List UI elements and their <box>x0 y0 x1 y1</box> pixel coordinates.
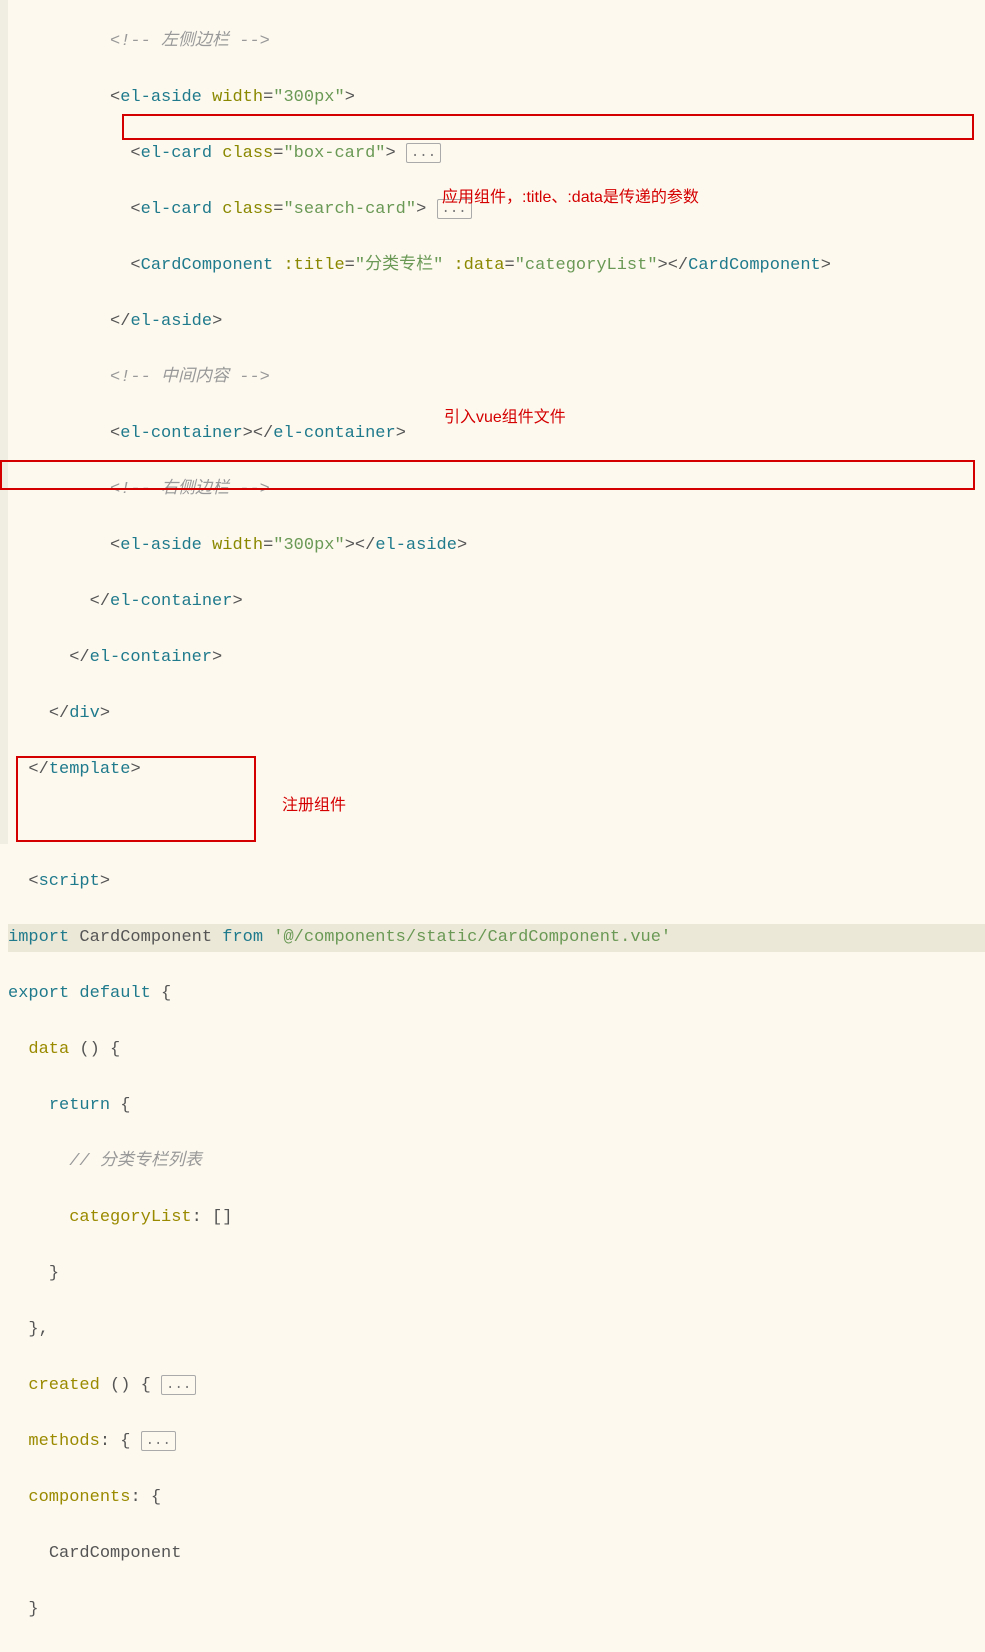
xml-attr-value: "box-card" <box>283 144 385 163</box>
code-editor[interactable]: <!-- 左侧边栏 --> <el-aside width="300px"> <… <box>8 0 985 1652</box>
xml-attr-value: "分类专栏" <box>355 256 443 275</box>
import-path: '@/components/static/CardComponent.vue' <box>273 928 671 947</box>
xml-close-tag: el-container <box>110 592 232 611</box>
fold-indicator[interactable]: ... <box>406 143 441 163</box>
xml-close-tag: el-container <box>90 648 212 667</box>
code-comment: <!-- 右侧边栏 --> <box>110 480 270 499</box>
import-keyword: import <box>8 928 69 947</box>
xml-tag: el-container <box>273 424 395 443</box>
annotation-text: 引入vue组件文件 <box>444 404 566 432</box>
import-name: CardComponent <box>79 928 212 947</box>
xml-tag: CardComponent <box>141 256 274 275</box>
xml-tag: el-card <box>141 200 212 219</box>
xml-tag: el-aside <box>120 88 202 107</box>
js-method: created <box>28 1376 99 1395</box>
code-comment: // 分类专栏列表 <box>69 1152 202 1171</box>
xml-tag: el-aside <box>120 536 202 555</box>
js-property: categoryList <box>69 1208 191 1227</box>
xml-attr: :title <box>283 256 344 275</box>
xml-close-tag: div <box>69 704 100 723</box>
xml-tag: el-card <box>141 144 212 163</box>
fold-indicator[interactable]: ... <box>141 1431 176 1451</box>
code-comment: <!-- 中间内容 --> <box>110 368 270 387</box>
xml-attr: width <box>212 88 263 107</box>
js-keyword: return <box>49 1096 110 1115</box>
xml-close-tag: el-aside <box>130 312 212 331</box>
xml-attr: :data <box>453 256 504 275</box>
xml-tag: CardComponent <box>688 256 821 275</box>
js-property: components <box>28 1488 130 1507</box>
annotation-text: 注册组件 <box>282 792 346 820</box>
xml-close-tag: template <box>49 760 131 779</box>
xml-attr-value: "300px" <box>273 88 344 107</box>
xml-attr: width <box>212 536 263 555</box>
component-name: CardComponent <box>49 1544 182 1563</box>
editor-gutter <box>0 0 8 844</box>
script-tag: script <box>39 872 100 891</box>
js-keyword: export default <box>8 984 151 1003</box>
xml-attr: class <box>222 144 273 163</box>
js-method: methods <box>28 1432 99 1451</box>
xml-attr: class <box>222 200 273 219</box>
xml-attr-value: "search-card" <box>283 200 416 219</box>
annotation-text: 应用组件，:title、:data是传递的参数 <box>442 184 699 212</box>
xml-attr-value: "categoryList" <box>515 256 658 275</box>
xml-attr-value: "300px" <box>273 536 344 555</box>
fold-indicator[interactable]: ... <box>161 1375 196 1395</box>
xml-tag: el-container <box>120 424 242 443</box>
xml-tag: el-aside <box>375 536 457 555</box>
from-keyword: from <box>222 928 263 947</box>
js-method: data <box>28 1040 69 1059</box>
code-comment: <!-- 左侧边栏 --> <box>110 32 270 51</box>
